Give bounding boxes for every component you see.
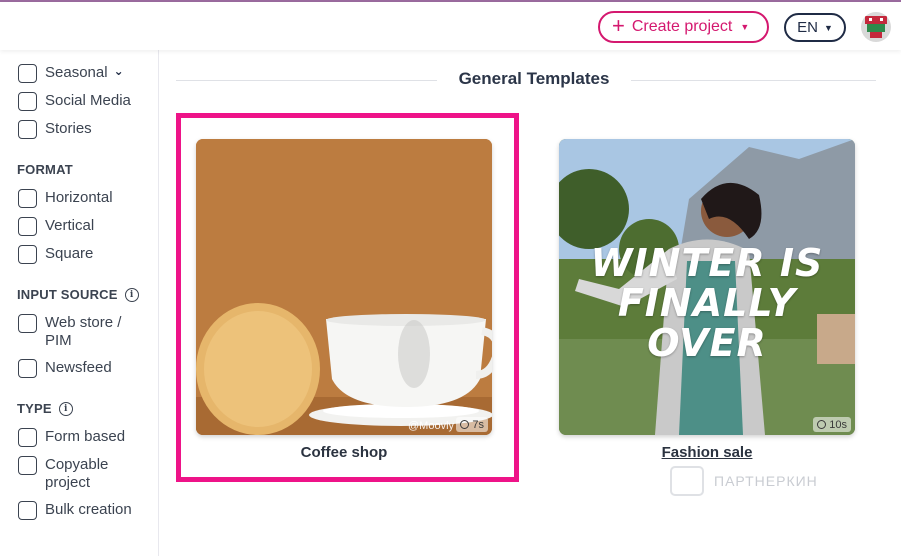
top-bar: + Create project ▼ EN ▼: [0, 2, 901, 50]
clock-icon: [817, 420, 827, 429]
filter-label: Form based: [45, 428, 126, 445]
template-card-fashion-sale[interactable]: WINTER IS FINALLY OVER 10s: [559, 139, 855, 435]
section-divider: [631, 80, 876, 81]
filter-label: Web store / PIM: [45, 314, 122, 349]
filter-social-media[interactable]: Social Media: [18, 92, 131, 111]
duration-badge: 7s: [456, 417, 488, 432]
filter-web-store[interactable]: Web store / PIM: [18, 314, 148, 350]
template-title[interactable]: Coffee shop: [196, 444, 492, 461]
template-title[interactable]: Fashion sale: [559, 444, 855, 461]
clock-icon: [460, 420, 470, 429]
checkbox[interactable]: [18, 64, 37, 83]
corner-watermark: ПАРТНЕРКИН: [670, 466, 818, 496]
duration-badge: 10s: [813, 417, 851, 432]
filter-horizontal[interactable]: Horizontal: [18, 189, 113, 208]
filter-label: Copyable project: [45, 456, 109, 491]
type-heading: TYPE i: [17, 401, 73, 416]
overlay-text: WINTER IS FINALLY OVER: [590, 241, 824, 365]
filter-stories[interactable]: Stories: [18, 120, 92, 139]
filter-sidebar: Seasonal ⌄ Social Media Stories FORMAT H…: [0, 50, 159, 556]
watermark-text: @Moovly: [408, 420, 455, 432]
filter-label: Horizontal: [45, 189, 113, 206]
coffee-thumbnail: [196, 139, 492, 435]
info-icon[interactable]: i: [124, 287, 139, 302]
filter-newsfeed[interactable]: Newsfeed: [18, 359, 112, 378]
checkbox[interactable]: [18, 120, 37, 139]
filter-label: Bulk creation: [45, 501, 132, 518]
checkbox[interactable]: [18, 217, 37, 236]
filter-form-based[interactable]: Form based: [18, 428, 125, 447]
create-project-button[interactable]: + Create project ▼: [598, 11, 769, 43]
checkbox[interactable]: [18, 428, 37, 447]
filter-copyable-project[interactable]: Copyable project: [18, 456, 125, 492]
template-card-coffee-shop[interactable]: @Moovly 7s: [196, 139, 492, 435]
info-icon[interactable]: i: [58, 401, 73, 416]
filter-label: Stories: [45, 120, 92, 137]
checkbox[interactable]: [18, 359, 37, 378]
format-heading: FORMAT: [17, 162, 73, 177]
section-divider: [176, 80, 437, 81]
filter-label: Newsfeed: [45, 359, 112, 376]
checkbox[interactable]: [18, 314, 37, 333]
section-title: General Templates: [458, 69, 610, 88]
language-selector[interactable]: EN ▼: [784, 13, 846, 42]
checkbox[interactable]: [18, 456, 37, 475]
language-label: EN: [797, 19, 818, 36]
chat-icon: [670, 466, 704, 496]
checkbox[interactable]: [18, 501, 37, 520]
filter-label: Seasonal: [45, 64, 108, 81]
filter-label: Square: [45, 245, 94, 262]
filter-seasonal[interactable]: Seasonal ⌄: [18, 64, 124, 83]
checkbox[interactable]: [18, 189, 37, 208]
input-source-heading: INPUT SOURCE i: [17, 287, 139, 302]
checkbox[interactable]: [18, 92, 37, 111]
filter-label: Vertical: [45, 217, 95, 234]
caret-down-icon: ▼: [740, 22, 750, 32]
filter-bulk-creation[interactable]: Bulk creation: [18, 501, 132, 520]
caret-down-icon: ▼: [823, 22, 833, 33]
filter-label: Social Media: [45, 92, 131, 109]
avatar[interactable]: [861, 12, 891, 42]
filter-vertical[interactable]: Vertical: [18, 217, 94, 236]
filter-square[interactable]: Square: [18, 245, 93, 264]
create-project-label: Create project: [631, 18, 733, 35]
checkbox[interactable]: [18, 245, 37, 264]
plus-icon: +: [612, 13, 625, 38]
chevron-down-icon[interactable]: ⌄: [114, 64, 124, 78]
